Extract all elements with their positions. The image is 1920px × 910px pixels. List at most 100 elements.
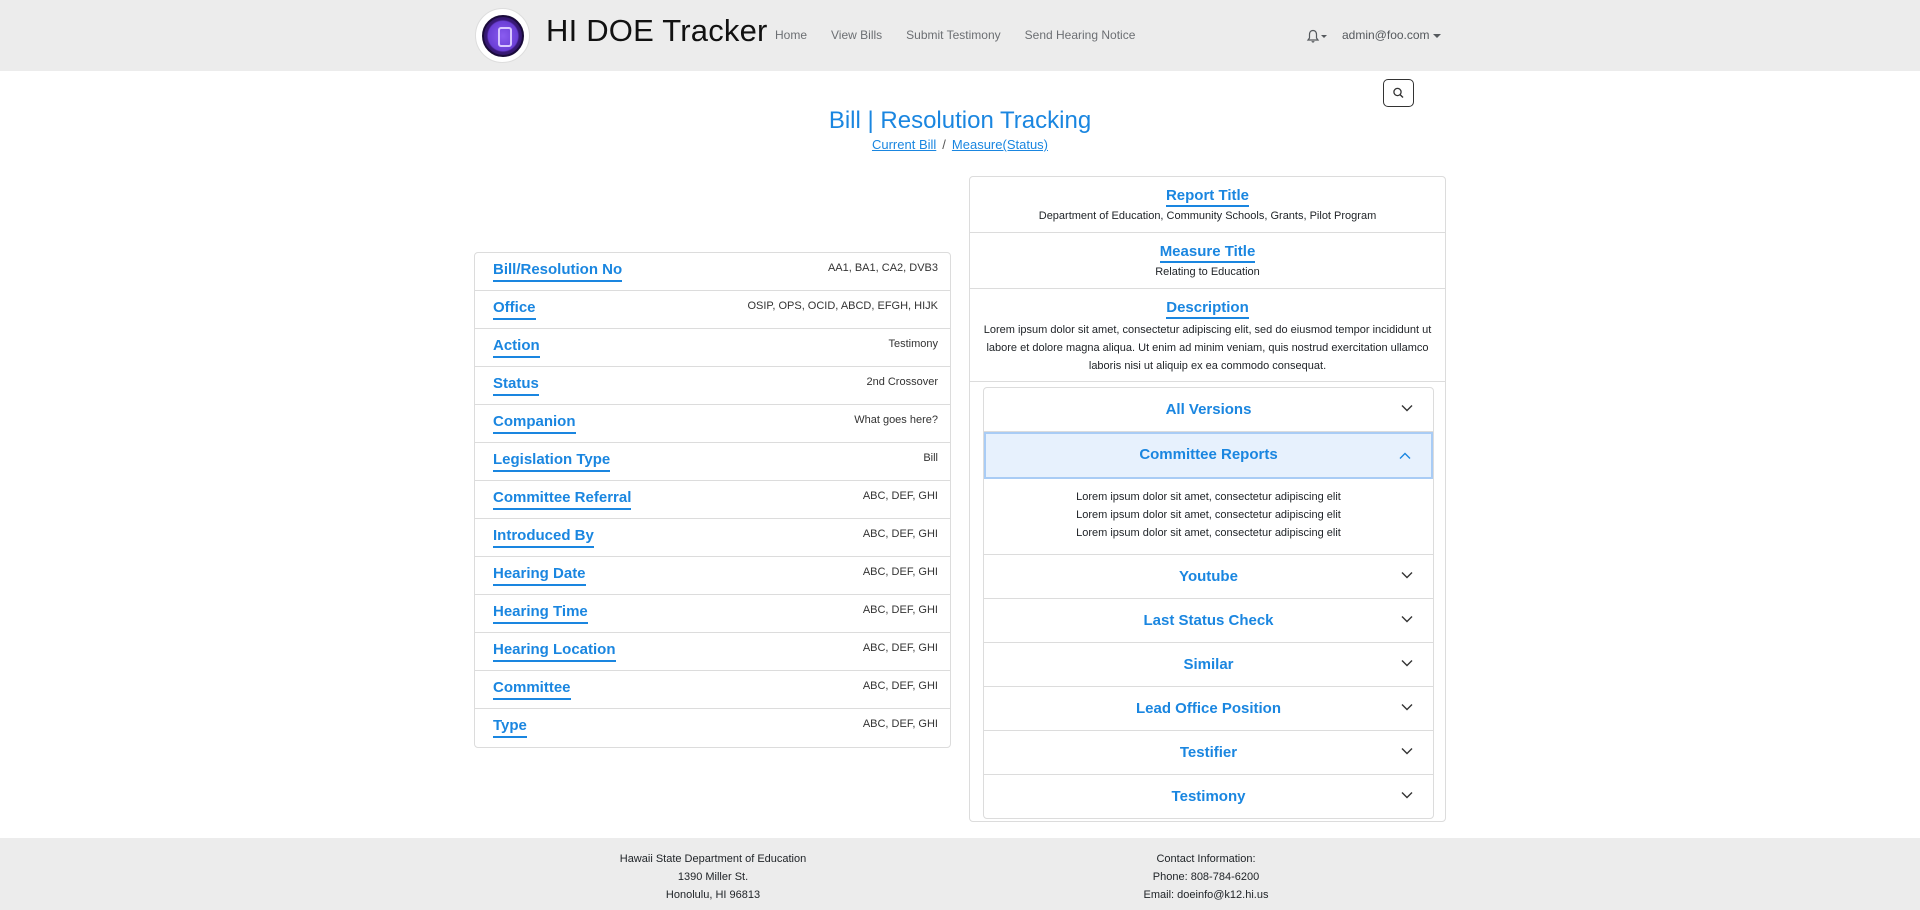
chevron-down-icon xyxy=(1401,748,1413,755)
chevron-down-icon xyxy=(1401,405,1413,412)
brand-title[interactable]: HI DOE Tracker xyxy=(546,13,768,49)
detail-row: Type ABC, DEF, GHI xyxy=(475,709,950,747)
accordion-label: Committee Reports xyxy=(1139,446,1278,463)
nav-view-bills[interactable]: View Bills xyxy=(831,28,882,42)
detail-row: Legislation Type Bill xyxy=(475,443,950,481)
footer-address: Hawaii State Department of Education 139… xyxy=(553,850,873,904)
detail-row: Hearing Time ABC, DEF, GHI xyxy=(475,595,950,633)
measure-title-text: Relating to Education xyxy=(1155,266,1260,278)
accordion-header[interactable]: Last Status Check xyxy=(984,599,1433,642)
detail-row: Hearing Date ABC, DEF, GHI xyxy=(475,557,950,595)
chevron-down-icon xyxy=(1401,616,1413,623)
footer-street: 1390 Miller St. xyxy=(677,871,749,883)
accordion-label: All Versions xyxy=(1165,401,1252,418)
breadcrumb-measure-status[interactable]: Measure(Status) xyxy=(952,137,1048,152)
chevron-down-icon xyxy=(1401,704,1413,711)
description-heading: Description xyxy=(1166,300,1249,319)
accordion-label: Similar xyxy=(1183,656,1234,673)
detail-value: Bill xyxy=(923,452,938,464)
nav-home[interactable]: Home xyxy=(775,28,807,42)
accordion-label: Testifier xyxy=(1179,744,1238,761)
search-icon xyxy=(1393,87,1404,98)
navbar: HI DOE Tracker Home View Bills Submit Te… xyxy=(0,0,1920,71)
accordion-header[interactable]: Committee Reports xyxy=(984,432,1433,479)
detail-label: Introduced By xyxy=(493,528,594,548)
accordion-header[interactable]: Testifier xyxy=(984,731,1433,774)
detail-label: Status xyxy=(493,376,539,396)
footer-city: Honolulu, HI 96813 xyxy=(665,889,761,901)
accordion-item-all-versions: All Versions xyxy=(984,388,1433,432)
accordion-body: Lorem ipsum dolor sit amet, consectetur … xyxy=(984,479,1433,554)
accordion-label: Testimony xyxy=(1171,788,1246,805)
accordion-header[interactable]: Youtube xyxy=(984,555,1433,598)
detail-row: Action Testimony xyxy=(475,329,950,367)
detail-row: Bill/Resolution No AA1, BA1, CA2, DVB3 xyxy=(475,253,950,291)
detail-value: ABC, DEF, GHI xyxy=(862,528,938,540)
nav-send-hearing-notice[interactable]: Send Hearing Notice xyxy=(1025,28,1136,42)
doe-seal-logo[interactable] xyxy=(475,8,530,63)
detail-row: Committee ABC, DEF, GHI xyxy=(475,671,950,709)
detail-value: AA1, BA1, CA2, DVB3 xyxy=(827,262,938,274)
detail-value: ABC, DEF, GHI xyxy=(862,566,938,578)
footer-contact: Contact Information: Phone: 808-784-6200… xyxy=(1046,850,1366,904)
search-button[interactable] xyxy=(1383,79,1414,107)
footer: Hawaii State Department of Education 139… xyxy=(0,838,1920,910)
measure-title-section: Measure Title Relating to Education xyxy=(970,233,1445,289)
detail-label: Bill/Resolution No xyxy=(493,262,623,282)
detail-row: Office OSIP, OPS, OCID, ABCD, EFGH, HIJK xyxy=(475,291,950,329)
accordion-label: Last Status Check xyxy=(1143,612,1274,629)
accordion-item-testifier: Testifier xyxy=(984,731,1433,775)
detail-value: ABC, DEF, GHI xyxy=(862,680,938,692)
accordion-header[interactable]: All Versions xyxy=(984,388,1433,431)
detail-label: Office xyxy=(493,300,536,320)
report-title-text: Department of Education, Community Schoo… xyxy=(1038,210,1377,222)
chevron-down-icon xyxy=(1401,660,1413,667)
accordion-label: Youtube xyxy=(1179,568,1238,585)
footer-email[interactable]: Email: doeinfo@k12.hi.us xyxy=(1046,886,1366,904)
report-title-section: Report Title Department of Education, Co… xyxy=(970,177,1445,233)
accordion-item-youtube: Youtube xyxy=(984,555,1433,599)
detail-value: ABC, DEF, GHI xyxy=(862,490,938,502)
detail-label: Action xyxy=(493,338,540,358)
breadcrumb: Current Bill / Measure(Status) xyxy=(0,137,1920,152)
page-title: Bill | Resolution Tracking xyxy=(828,107,1092,134)
accordion-item-similar: Similar xyxy=(984,643,1433,687)
report-title-heading: Report Title xyxy=(1165,188,1250,207)
accordion-header[interactable]: Lead Office Position xyxy=(984,687,1433,730)
breadcrumb-current-bill[interactable]: Current Bill xyxy=(872,137,936,152)
nav-submit-testimony[interactable]: Submit Testimony xyxy=(906,28,1000,42)
detail-label: Committee xyxy=(493,680,571,700)
accordion-item-last-status-check: Last Status Check xyxy=(984,599,1433,643)
detail-row: Introduced By ABC, DEF, GHI xyxy=(475,519,950,557)
detail-row: Status 2nd Crossover xyxy=(475,367,950,405)
detail-row: Hearing Location ABC, DEF, GHI xyxy=(475,633,950,671)
measure-title-heading: Measure Title xyxy=(1159,244,1256,263)
detail-label: Legislation Type xyxy=(493,452,611,472)
footer-org: Hawaii State Department of Education xyxy=(619,853,807,865)
detail-value: Testimony xyxy=(888,338,938,350)
accordion-item-testimony: Testimony xyxy=(984,775,1433,818)
detail-label: Type xyxy=(493,718,527,738)
detail-value: ABC, DEF, GHI xyxy=(862,642,938,654)
detail-row: Companion What goes here? xyxy=(475,405,950,443)
detail-value: ABC, DEF, GHI xyxy=(862,718,938,730)
committee-report-line: Lorem ipsum dolor sit amet, consectetur … xyxy=(1076,509,1341,521)
detail-value: ABC, DEF, GHI xyxy=(862,604,938,616)
accordion: All Versions Committee Reports Lorem ips… xyxy=(983,387,1434,819)
accordion-header[interactable]: Testimony xyxy=(984,775,1433,818)
detail-label: Hearing Time xyxy=(493,604,588,624)
report-card: Report Title Department of Education, Co… xyxy=(969,176,1446,822)
detail-label: Hearing Date xyxy=(493,566,586,586)
accordion-item-lead-office-position: Lead Office Position xyxy=(984,687,1433,731)
seal-icon xyxy=(482,15,524,57)
committee-report-line: Lorem ipsum dolor sit amet, consectetur … xyxy=(1076,491,1341,503)
notification-bell-icon[interactable] xyxy=(1306,28,1328,44)
description-section: Description Lorem ipsum dolor sit amet, … xyxy=(970,289,1445,382)
user-email: admin@foo.com xyxy=(1342,28,1430,42)
detail-row: Committee Referral ABC, DEF, GHI xyxy=(475,481,950,519)
user-menu[interactable]: admin@foo.com xyxy=(1342,28,1441,42)
detail-label: Companion xyxy=(493,414,576,434)
detail-label: Hearing Location xyxy=(493,642,616,662)
footer-contact-heading: Contact Information: xyxy=(1156,853,1256,865)
accordion-header[interactable]: Similar xyxy=(984,643,1433,686)
